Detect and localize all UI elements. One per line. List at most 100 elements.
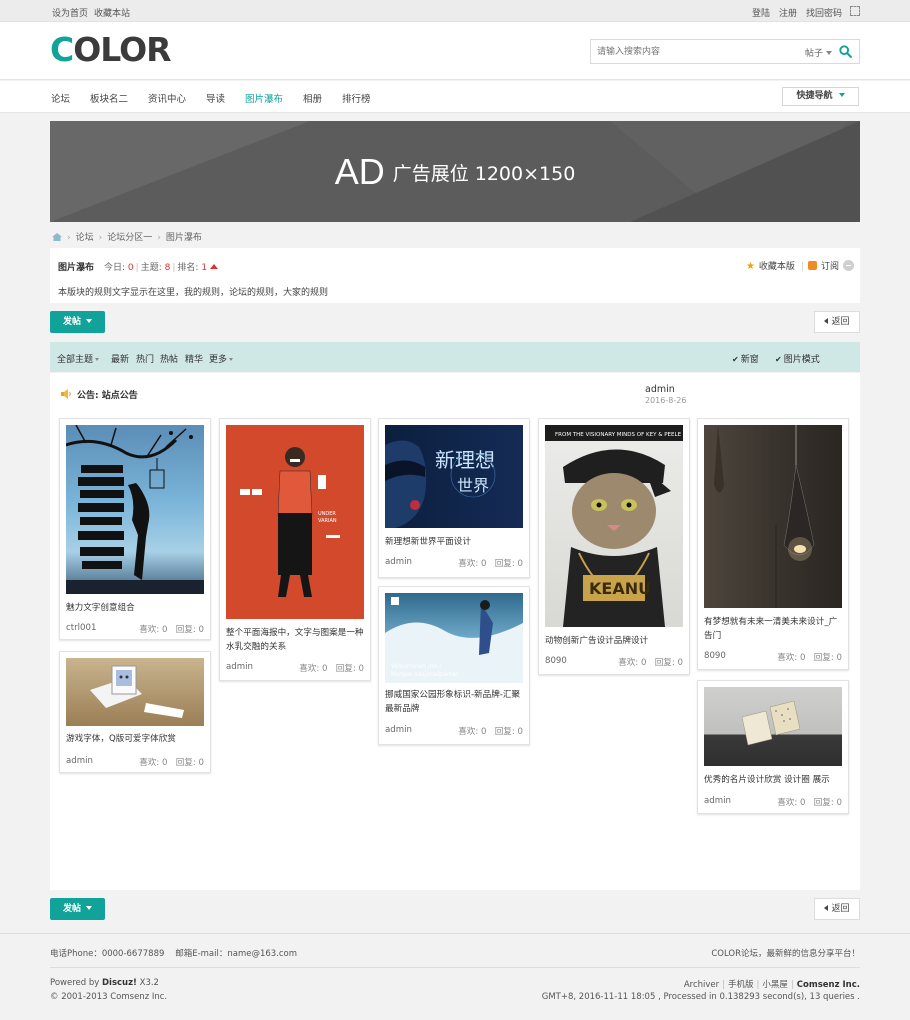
card-author[interactable]: ctrl001 [66,623,96,633]
waterfall-content: 公告: 站点公告 admin 2016-8-26 魅力文字创意组合 ctrl00… [50,373,860,890]
footer-link-company[interactable]: Comsenz Inc. [797,980,860,990]
card-image[interactable] [704,425,842,608]
chevron-down-icon [86,319,92,323]
filter-hot-posts[interactable]: 热帖 [160,352,178,365]
chevron-down-icon [86,906,92,910]
card-stats: 喜欢: 0 回复: 0 [777,798,842,808]
waterfall-card[interactable]: 魅力文字创意组合 ctrl001 喜欢: 0 回复: 0 [59,418,211,640]
card-title[interactable]: 优秀的名片设计欣赏 设计圈 展示 [704,773,844,787]
waterfall-card[interactable]: 有梦想就有未来一清美未来设计_广告门 8090 喜欢: 0 回复: 0 [697,418,849,670]
waterfall-card[interactable]: 优秀的名片设计欣赏 设计圈 展示 admin 喜欢: 0 回复: 0 [697,680,849,814]
card-author[interactable]: admin [385,557,412,567]
chevron-left-icon [824,318,829,324]
card-title[interactable]: 游戏字体，Q版可爱字体欣赏 [66,732,206,746]
card-title[interactable]: 有梦想就有未来一清美未来设计_广告门 [704,615,844,643]
search-scope-select[interactable]: 帖子 [805,46,833,59]
breadcrumb-current[interactable]: 图片瀑布 [166,233,202,243]
svg-text:Velkommen inn i: Velkommen inn i [391,663,441,670]
card-image[interactable]: FROM THE VISIONARY MINDS OF KEY & PEELE K… [545,425,683,627]
filter-more[interactable]: 更多 [209,352,234,365]
back-button[interactable]: 返回 [814,311,860,333]
breadcrumb-section[interactable]: 论坛分区一 [107,233,152,243]
waterfall-card[interactable]: 游戏字体，Q版可爱字体欣赏 admin 喜欢: 0 回复: 0 [59,651,211,773]
footer-contact: 电话Phone：0000-6677889 邮箱E-mail：name@163.c… [0,933,910,967]
site-logo[interactable]: COLOR [50,33,172,66]
favorite-forum-link[interactable]: 收藏本版 [759,262,795,272]
nav-item-ranking[interactable]: 排行榜 [342,91,371,105]
forum-name[interactable]: 图片瀑布 [58,260,94,273]
announcement-date: 2016-8-26 [645,396,687,405]
forgot-password-link[interactable]: 找回密码 [806,9,842,19]
main-nav: 论坛 板块名二 资讯中心 导读 图片瀑布 相册 排行榜 快捷导航 [0,81,910,113]
card-stats: 喜欢: 0 回复: 0 [458,559,523,569]
nav-item-image-waterfall[interactable]: 图片瀑布 [245,91,283,105]
collapse-icon[interactable] [843,260,854,271]
breadcrumb-forum[interactable]: 论坛 [76,233,94,243]
footer-link-archiver[interactable]: Archiver [684,980,719,990]
chevron-down-icon [838,93,845,97]
filter-hot[interactable]: 热门 [136,352,154,365]
card-stats: 喜欢: 0 回复: 0 [618,658,683,668]
filter-latest[interactable]: 最新 [111,352,129,365]
card-image[interactable]: 新理想 世界 [385,425,523,528]
discuz-link[interactable]: Discuz! [102,978,137,988]
card-author[interactable]: 8090 [545,656,567,666]
top-bar: 设为首页 收藏本站 登陆 注册 找回密码 [0,0,910,22]
nav-item-news[interactable]: 资讯中心 [148,91,186,105]
waterfall-card[interactable]: 新理想 世界 新理想新世界平面设计 admin 喜欢: 0 回复: 0 [378,418,530,578]
nav-item-album[interactable]: 相册 [303,91,322,105]
filter-digest[interactable]: 精华 [185,352,203,365]
fullscreen-icon[interactable] [850,6,860,16]
nav-item-guide[interactable]: 导读 [206,91,225,105]
footer-info: Powered by Discuz! X3.2 © 2001-2013 Coms… [50,967,860,1020]
post-button[interactable]: 发帖 [50,311,105,333]
card-author[interactable]: admin [66,756,93,766]
ad-banner[interactable]: AD 广告展位 1200×150 [50,121,860,222]
filter-all-topics[interactable]: 全部主题 [57,352,100,365]
waterfall-card[interactable]: FROM THE VISIONARY MINDS OF KEY & PEELE K… [538,418,690,675]
image-mode-checkbox[interactable]: ✔ 图片模式 [775,352,820,365]
set-home-link[interactable]: 设为首页 [52,9,88,19]
waterfall-card[interactable]: Velkommen inn i Norges nasjonalparker 挪威国… [378,586,530,745]
copyright: © 2001-2013 Comsenz Inc. [50,992,168,1002]
card-title[interactable]: 新理想新世界平面设计 [385,535,525,549]
card-author[interactable]: 8090 [704,651,726,661]
card-author[interactable]: admin [226,662,253,672]
card-author[interactable]: admin [704,796,731,806]
home-icon[interactable] [52,233,62,241]
card-title[interactable]: 魅力文字创意组合 [66,601,206,615]
card-title[interactable]: 整个平面海报中，文字与图案是一种水乳交融的关系 [226,626,366,654]
check-icon: ✔ [732,355,739,364]
footer-gmt: GMT+8, 2016-11-11 18:05 , Processed in 0… [541,992,860,1002]
search-input[interactable] [597,44,787,60]
announcement[interactable]: 公告: 站点公告 [61,388,138,401]
announcement-author[interactable]: admin [645,384,686,395]
card-image[interactable] [66,658,204,726]
check-icon: ✔ [775,355,782,364]
login-link[interactable]: 登陆 [752,9,770,19]
search-icon[interactable] [839,45,852,58]
subscribe-link[interactable]: 订阅 [821,262,839,272]
rank-up-icon [210,264,219,269]
forum-header: 图片瀑布 今日: 0 | 主题: 8 | 排名: 1 本版块的规则文字显示在这里，我的规… [50,248,860,303]
post-button-bottom[interactable]: 发帖 [50,898,105,920]
footer-link-blackroom[interactable]: 小黑屋 [762,980,788,990]
card-image[interactable] [704,687,842,766]
card-author[interactable]: admin [385,725,412,735]
card-title[interactable]: 动物创新广告设计品牌设计 [545,634,685,648]
bookmark-link[interactable]: 收藏本站 [94,9,130,19]
footer-link-mobile[interactable]: 手机版 [728,980,754,990]
waterfall-card[interactable]: UNDER VARIAN 整个平面海报中，文字与图案是一种水乳交融的关系 admi… [219,418,371,681]
svg-text:世界: 世界 [457,476,489,495]
card-image[interactable]: UNDER VARIAN [226,425,364,619]
card-image[interactable] [66,425,204,594]
card-title[interactable]: 挪威国家公园形象标识-新品牌-汇聚最新品牌 [385,688,525,716]
new-window-checkbox[interactable]: ✔ 新窗 [732,352,759,365]
nav-item-board2[interactable]: 板块名二 [90,91,128,105]
nav-item-forum[interactable]: 论坛 [51,91,70,105]
back-button-bottom[interactable]: 返回 [814,898,860,920]
card-image[interactable]: Velkommen inn i Norges nasjonalparker [385,593,523,683]
chevron-down-icon [826,51,833,55]
quick-nav-button[interactable]: 快捷导航 [782,87,859,106]
register-link[interactable]: 注册 [779,9,797,19]
